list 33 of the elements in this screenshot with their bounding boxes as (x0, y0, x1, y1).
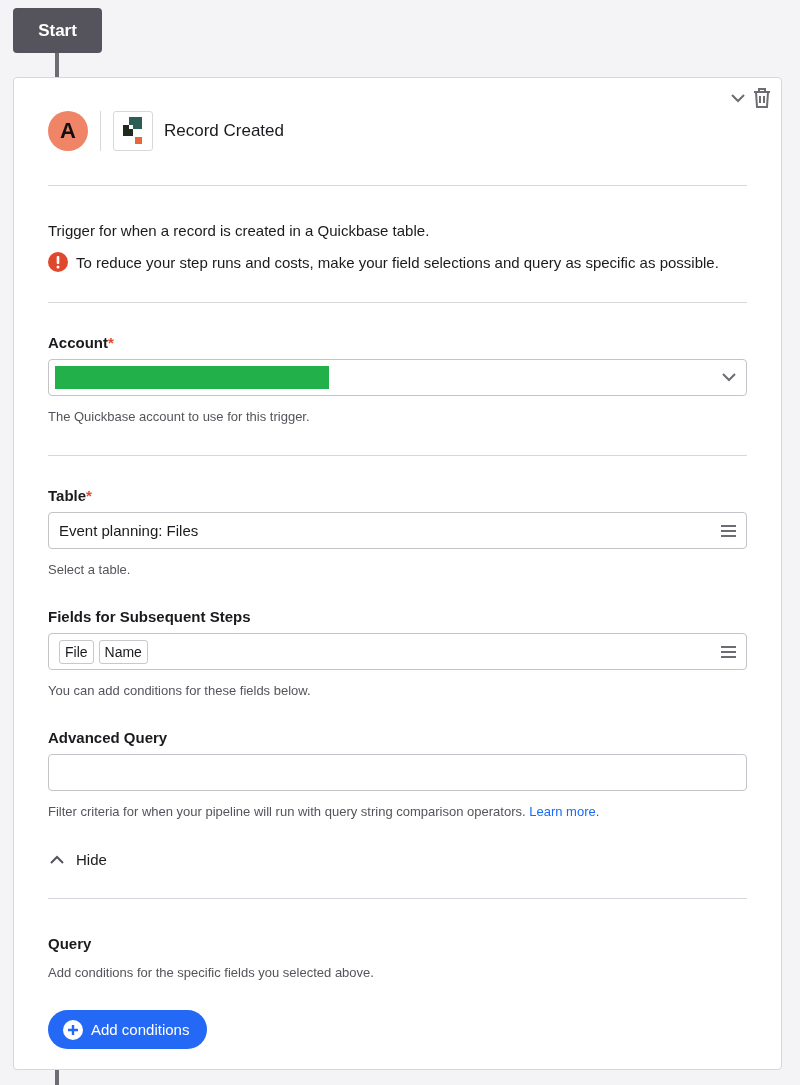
field-tag: File (59, 639, 94, 664)
plus-icon (63, 1019, 83, 1040)
fields-select[interactable]: File Name (48, 633, 747, 670)
hide-toggle[interactable]: Hide (50, 851, 107, 868)
step-title: Record Created (164, 121, 284, 141)
chevron-up-icon (50, 855, 64, 864)
help-text: You can add conditions for these fields below. (48, 683, 312, 698)
start-node[interactable]: Start (13, 8, 102, 53)
menu-icon[interactable] (721, 524, 736, 537)
help-text: Select a table. (48, 562, 132, 577)
trash-icon[interactable] (753, 88, 771, 108)
chevron-icon[interactable] (731, 93, 745, 103)
learn-more-link[interactable]: Learn more (529, 804, 596, 819)
field-label: Table* (48, 487, 93, 504)
help-text: Filter criteria for when your pipeline will run with query string comparison operators. Learn more. (48, 804, 601, 819)
step-description: Trigger for when a record is created in a Quickbase table. (48, 222, 431, 239)
query-title: Query (48, 935, 93, 952)
warning-text: To reduce your step runs and costs, make your field selections and query as specific as possible. (76, 253, 719, 271)
field-label: Fields for Subsequent Steps (48, 608, 252, 625)
field-label: Advanced Query (48, 729, 169, 746)
add-conditions-button[interactable]: Add conditions (48, 1010, 208, 1049)
app-avatar: A (48, 111, 88, 151)
warning-icon (48, 252, 68, 272)
chevron-down-icon (722, 373, 736, 382)
help-text: Add conditions for the specific fields you selected above. (48, 965, 375, 980)
menu-icon[interactable] (721, 645, 736, 658)
field-label: Account* (48, 334, 115, 351)
table-select[interactable]: Event planning: Files (48, 512, 747, 549)
query-input-field[interactable] (48, 754, 747, 791)
app-logo-icon (113, 111, 153, 151)
field-tag: Name (98, 639, 148, 664)
account-select[interactable] (48, 359, 747, 396)
help-text: The Quickbase account to use for this trigger. (48, 409, 311, 424)
